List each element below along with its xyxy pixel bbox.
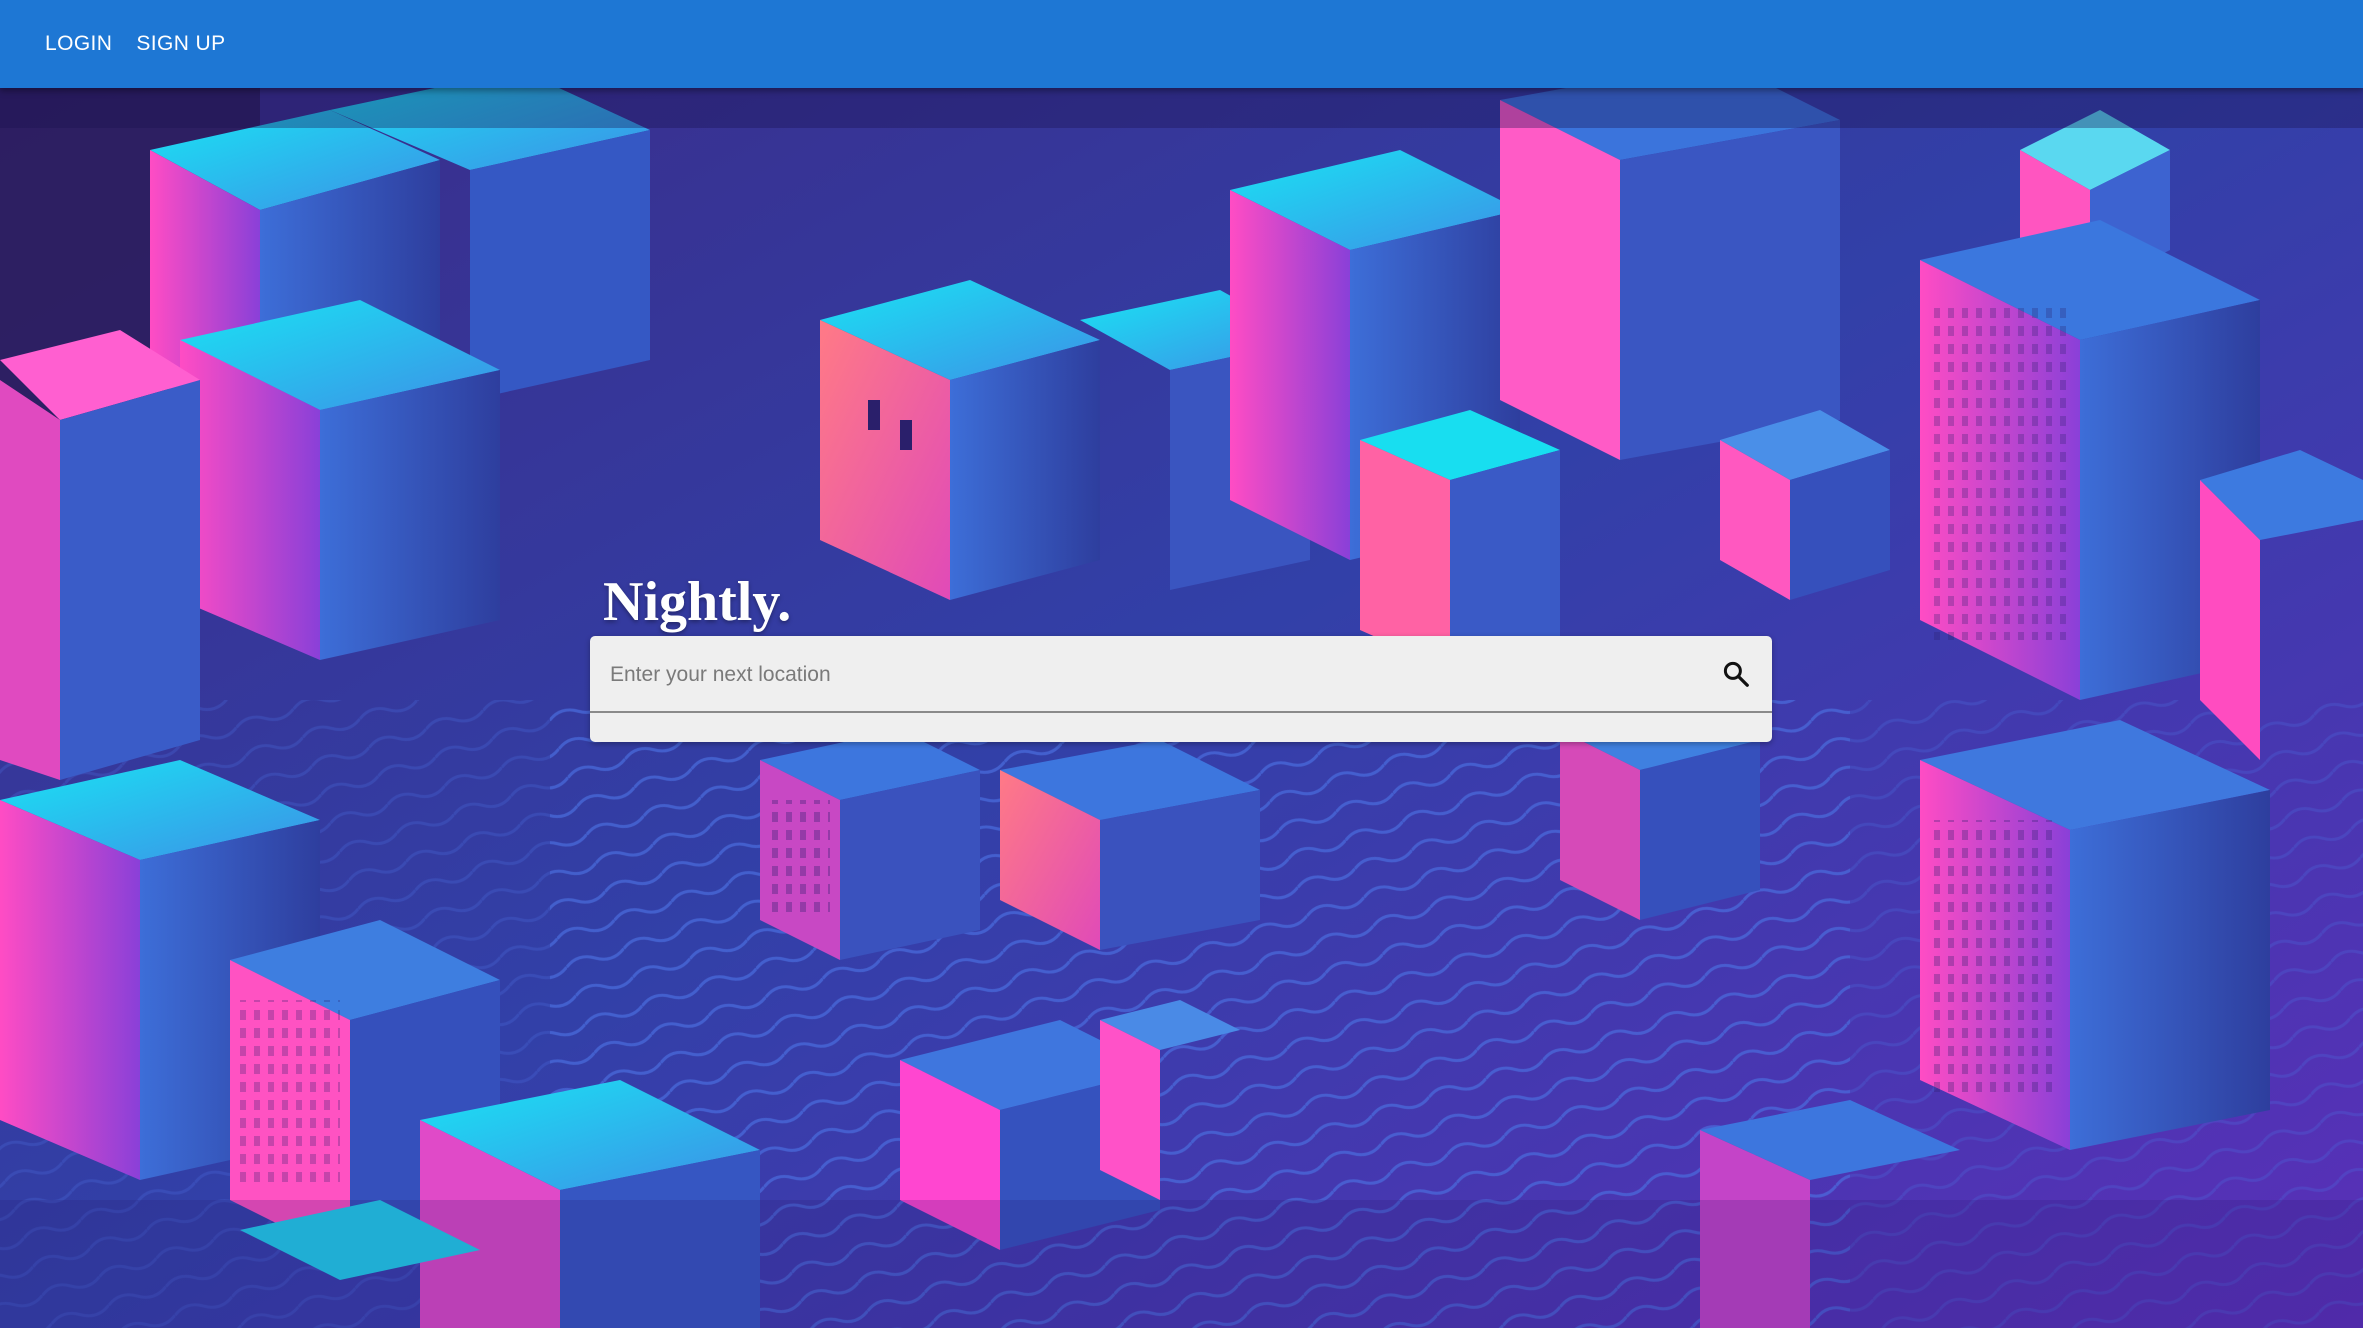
search-box <box>590 636 1772 742</box>
search-field <box>590 636 1772 713</box>
login-button[interactable]: LOGIN <box>33 22 124 66</box>
sign-up-button[interactable]: SIGN UP <box>124 22 237 66</box>
brand-title: Nightly. <box>603 571 792 633</box>
search-button[interactable] <box>1716 654 1756 694</box>
top-app-bar: LOGIN SIGN UP <box>0 0 2363 88</box>
page: LOGIN SIGN UP Nightly. <box>0 0 2363 1328</box>
search-icon <box>1723 661 1749 687</box>
location-search-input[interactable] <box>608 650 1692 700</box>
hero-search-section: Nightly. <box>590 574 1772 742</box>
